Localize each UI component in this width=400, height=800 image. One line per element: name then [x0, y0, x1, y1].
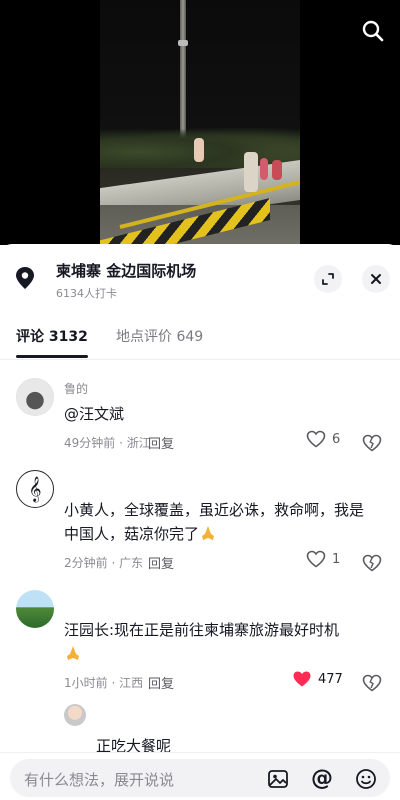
- reply-button[interactable]: 回复: [148, 433, 174, 452]
- checkin-count: 6134人打卡: [56, 287, 117, 300]
- close-button[interactable]: [362, 265, 390, 293]
- image-icon[interactable]: [266, 767, 290, 791]
- like-button[interactable]: 6: [306, 430, 340, 448]
- comment-text-content: 汪园长:现在正是前往柬埔寨旅游最好时机: [64, 621, 340, 639]
- reply-button[interactable]: 回复: [148, 553, 174, 572]
- expand-button[interactable]: [314, 265, 342, 293]
- person-figure: [194, 138, 204, 162]
- praying-hands-emoji-icon: [67, 646, 79, 660]
- comment-input-bar: 有什么想法，展开说说 @: [0, 752, 400, 800]
- avatar[interactable]: [16, 378, 54, 416]
- comment-time: 1小时前: [64, 676, 108, 690]
- tab-bar: 评论 3132 地点评价 649: [0, 322, 400, 360]
- comment-meta: 1小时前 · 江西: [64, 676, 144, 690]
- comment-meta: 49分钟前 · 浙江: [64, 436, 151, 450]
- like-count: 477: [318, 671, 343, 687]
- at-mention-icon[interactable]: @: [310, 767, 334, 791]
- like-button[interactable]: 477: [292, 670, 343, 688]
- heart-outline-icon: [306, 550, 326, 568]
- comment-text: 汪园长:现在正是前往柬埔寨旅游最好时机: [64, 618, 374, 666]
- emoji-icon[interactable]: [354, 767, 378, 791]
- location-header[interactable]: 柬埔寨 金边国际机场 6134人打卡: [0, 244, 400, 306]
- broken-heart-icon[interactable]: [362, 433, 382, 453]
- avatar[interactable]: [64, 704, 86, 726]
- comment-input-placeholder[interactable]: 有什么想法，展开说说: [24, 769, 174, 790]
- comments-sheet: 柬埔寨 金边国际机场 6134人打卡 评论 3132 地点评价 649 鲁的 @…: [0, 244, 400, 800]
- comment-time: 2分钟前: [64, 556, 108, 570]
- music-note-icon: 𝄞: [28, 476, 42, 502]
- heart-filled-icon: [293, 671, 311, 687]
- person-figure: [272, 160, 282, 180]
- comment-username[interactable]: 鲁的: [64, 380, 88, 397]
- light-pole-lamp: [178, 40, 188, 46]
- comment-text: @汪文斌: [64, 405, 125, 423]
- broken-heart-icon[interactable]: [362, 553, 382, 573]
- like-count: 6: [332, 431, 341, 447]
- reply-button[interactable]: 回复: [148, 673, 174, 692]
- praying-hands-emoji-icon: [202, 526, 215, 540]
- expand-icon: [322, 273, 334, 285]
- search-icon: [362, 20, 384, 42]
- active-tab-indicator: [16, 355, 88, 358]
- person-figure: [260, 158, 268, 180]
- heart-outline-icon: [306, 430, 326, 448]
- video-player[interactable]: [0, 0, 400, 245]
- comment-input[interactable]: 有什么想法，展开说说 @: [10, 759, 390, 797]
- comment-text: 小黄人，全球覆盖，虽近必诛，救命啊，我是中国人，菇凉你完了: [64, 498, 374, 546]
- avatar[interactable]: [16, 590, 54, 628]
- person-figure: [244, 152, 258, 192]
- like-count: 1: [332, 551, 341, 567]
- comment-meta: 2分钟前 · 广东: [64, 556, 144, 570]
- location-name[interactable]: 柬埔寨 金边国际机场: [56, 260, 196, 281]
- avatar[interactable]: 𝄞: [16, 470, 54, 508]
- broken-heart-icon[interactable]: [362, 673, 382, 693]
- tab-place-reviews[interactable]: 地点评价 649: [116, 326, 203, 346]
- like-button[interactable]: 1: [306, 550, 340, 568]
- close-icon: [371, 274, 381, 284]
- location-pin-icon: [16, 267, 34, 289]
- search-button[interactable]: [356, 14, 390, 48]
- comment-region: 江西: [119, 676, 144, 690]
- tab-comments[interactable]: 评论 3132: [16, 326, 88, 346]
- comment-region: 广东: [119, 556, 144, 570]
- video-frame: [100, 0, 300, 245]
- comment-time: 49分钟前: [64, 436, 116, 450]
